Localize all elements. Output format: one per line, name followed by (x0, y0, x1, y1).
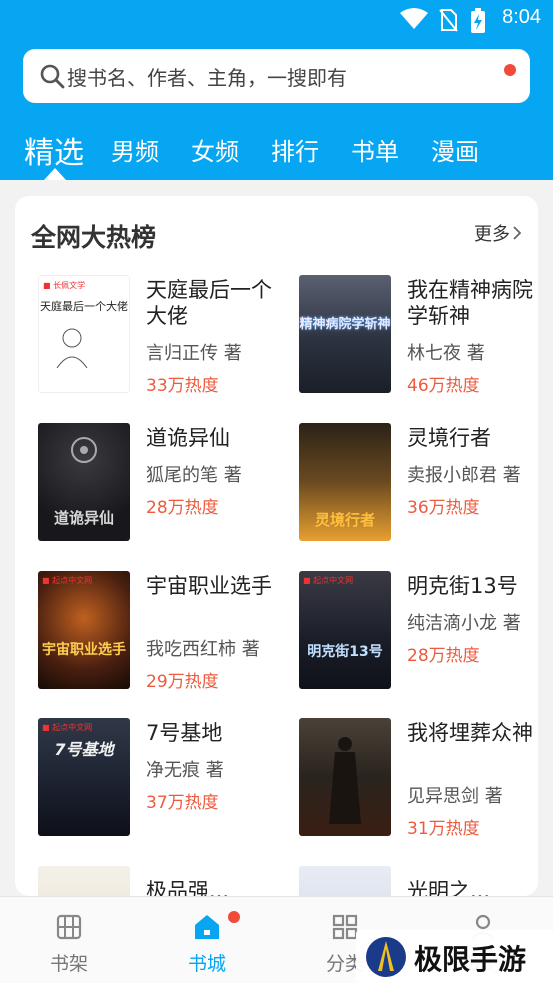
watermark-logo-icon (366, 937, 406, 977)
book-item[interactable]: 灵境行者 灵境行者 卖报小郎君 著 36万热度 (299, 423, 538, 548)
tab-male[interactable]: 男频 (111, 132, 159, 167)
book-item[interactable]: ■ 长佩文学 天庭最后一个大佬 天庭最后一个大佬 言归正传 著 33万热度 (38, 275, 288, 400)
publisher-logo: ■ 长佩文学 (43, 281, 86, 290)
more-label: 更多 (474, 224, 510, 245)
book-title: 7号基地 (146, 721, 223, 745)
book-author: 纯洁滴小龙 著 (407, 613, 521, 634)
nav-label: 书架 (49, 953, 88, 975)
nav-bookshelf[interactable]: 书架 (24, 897, 114, 983)
publisher-logo: ■ 起点中文网 (42, 576, 93, 585)
publisher-logo: ■ 起点中文网 (303, 576, 354, 585)
battery-charging-icon (471, 8, 485, 33)
status-bar: 8:04 (0, 0, 553, 38)
book-heat: 29万热度 (146, 672, 219, 692)
book-author: 狐尾的笔 著 (146, 465, 242, 486)
book-cover: 灵境行者 (299, 423, 391, 541)
cover-title: 灵境行者 (314, 511, 375, 529)
book-item[interactable]: 精神病院学斩神 我在精神病院学斩神 林七夜 著 46万热度 (299, 275, 538, 400)
book-heat: 33万热度 (146, 376, 219, 396)
nav-label: 书城 (187, 953, 226, 975)
book-cover (38, 866, 130, 896)
top-header: 8:04 搜书名、作者、主角，一搜即有 精选 男频 女频 排行 书单 漫画 (0, 0, 553, 180)
bookstore-badge (228, 911, 240, 923)
book-author: 言归正传 著 (146, 343, 242, 364)
search-bar[interactable]: 搜书名、作者、主角，一搜即有 (23, 49, 530, 103)
cover-title: 明克街13号 (307, 644, 383, 660)
chevron-right-icon (513, 226, 522, 240)
cover-figure (329, 737, 361, 824)
book-heat: 37万热度 (146, 793, 219, 813)
cover-title: 7号基地 (54, 740, 114, 759)
cover-title: 道诡异仙 (53, 509, 114, 527)
book-item[interactable]: ■ 起点中文网 明克街13号 明克街13号 纯洁滴小龙 著 28万热度 (299, 571, 538, 696)
book-item[interactable]: 道诡异仙 道诡异仙 狐尾的笔 著 28万热度 (38, 423, 288, 548)
book-cover (299, 866, 391, 896)
home-icon (195, 915, 219, 939)
book-title: 光明之... (407, 879, 491, 896)
nav-bookstore[interactable]: 书城 (162, 897, 252, 983)
active-tab-indicator (44, 168, 66, 180)
cover-title: 宇宙职业选手 (42, 642, 126, 658)
hot-list-card: 全网大热榜 更多 ■ 长佩文学 天庭最后一个大佬 天庭最后一个大佬 言归正传 著… (15, 196, 538, 896)
grid-icon (332, 914, 358, 940)
book-heat: 31万热度 (407, 819, 480, 839)
cover-title: 精神病院学斩神 (299, 317, 391, 332)
book-author: 林七夜 著 (407, 343, 485, 364)
publisher-logo: ■ 起点中文网 (42, 723, 93, 732)
no-sim-icon (439, 9, 458, 32)
site-watermark: 极限手游网 (356, 930, 553, 983)
book-item[interactable]: 我将埋葬众神 见异思剑 著 31万热度 (299, 718, 538, 843)
bookshelf-icon (56, 914, 82, 940)
tab-booklist[interactable]: 书单 (351, 132, 399, 167)
book-title: 极品强... (146, 879, 230, 896)
tab-female[interactable]: 女频 (191, 132, 239, 167)
book-heat: 46万热度 (407, 376, 480, 396)
book-author: 见异思剑 著 (407, 786, 503, 807)
book-title: 宇宙职业选手 (146, 574, 272, 598)
book-title: 明克街13号 (407, 574, 518, 598)
category-tabs: 精选 男频 女频 排行 书单 漫画 (0, 124, 553, 174)
book-heat: 28万热度 (407, 646, 480, 666)
cover-emblem (71, 437, 97, 463)
tab-featured[interactable]: 精选 (24, 128, 84, 172)
watermark-text: 极限手游网 (414, 943, 527, 976)
book-author: 卖报小郎君 著 (407, 465, 521, 486)
book-item[interactable]: ■ 起点中文网 宇宙职业选手 宇宙职业选手 我吃西红柿 著 29万热度 (38, 571, 288, 696)
book-title: 道诡异仙 (146, 426, 230, 450)
book-cover: ■ 起点中文网 明克街13号 (299, 571, 391, 689)
section-title: 全网大热榜 (31, 223, 157, 252)
book-cover: ■ 起点中文网 宇宙职业选手 (38, 571, 130, 689)
book-cover (299, 718, 391, 836)
book-author: 净无痕 著 (146, 760, 224, 781)
cover-title: 天庭最后一个大佬 (40, 300, 128, 313)
search-icon (40, 64, 65, 89)
book-cover: 道诡异仙 (38, 423, 130, 541)
book-cover: ■ 长佩文学 天庭最后一个大佬 (38, 275, 130, 393)
book-title: 我将埋葬众神 (407, 721, 533, 745)
book-cover: 精神病院学斩神 (299, 275, 391, 393)
book-title: 灵境行者 (407, 426, 491, 450)
notification-dot (504, 64, 516, 76)
search-placeholder: 搜书名、作者、主角，一搜即有 (67, 66, 347, 90)
more-link[interactable]: 更多 (474, 220, 522, 246)
book-heat: 36万热度 (407, 498, 480, 518)
wifi-icon (400, 8, 428, 29)
book-item[interactable]: 极品强... (38, 866, 288, 896)
book-heat: 28万热度 (146, 498, 219, 518)
clock: 8:04 (502, 6, 541, 28)
book-item[interactable]: 光明之... (299, 866, 538, 896)
book-item[interactable]: ■ 起点中文网 7号基地 7号基地 净无痕 著 37万热度 (38, 718, 288, 843)
cover-illustration (56, 328, 88, 369)
book-title: 天庭最后一个大佬 (146, 278, 272, 328)
tab-comics[interactable]: 漫画 (431, 132, 479, 167)
book-cover: ■ 起点中文网 7号基地 (38, 718, 130, 836)
book-title: 我在精神病院学斩神 (407, 278, 533, 328)
book-author: 我吃西红柿 著 (146, 639, 260, 660)
tab-ranking[interactable]: 排行 (271, 132, 319, 167)
